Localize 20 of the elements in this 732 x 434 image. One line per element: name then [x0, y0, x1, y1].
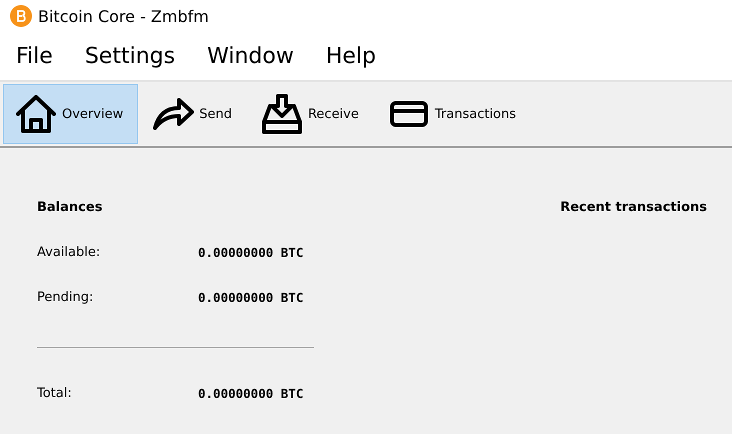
balance-value: 0.00000000 BTC: [198, 386, 304, 401]
bitcoin-logo-icon: [10, 5, 32, 27]
balance-label: Total:: [37, 386, 73, 401]
section-heading: Recent transactions: [560, 200, 707, 217]
toolbar-button[interactable]: Transactions: [376, 84, 532, 144]
inbox-download-icon: [260, 92, 304, 136]
balance-label: Available:: [37, 245, 102, 260]
menu-item[interactable]: Help: [318, 44, 384, 68]
balance-value: 0.00000000 BTC: [198, 245, 304, 260]
house-icon: [14, 92, 58, 136]
section-heading: Balances: [37, 200, 104, 215]
toolbar-button[interactable]: Receive: [248, 84, 374, 144]
toolbar-button[interactable]: Overview: [3, 84, 138, 144]
menu-item[interactable]: Settings: [76, 44, 184, 68]
balance-value: 0.00000000 BTC: [198, 290, 304, 305]
window-title: Bitcoin Core - Zmbfm: [38, 6, 209, 26]
menu-item[interactable]: File: [8, 44, 61, 68]
balance-label: Pending:: [37, 290, 94, 305]
menu-item[interactable]: Window: [199, 44, 302, 68]
toolbar-button[interactable]: Send: [140, 84, 247, 144]
